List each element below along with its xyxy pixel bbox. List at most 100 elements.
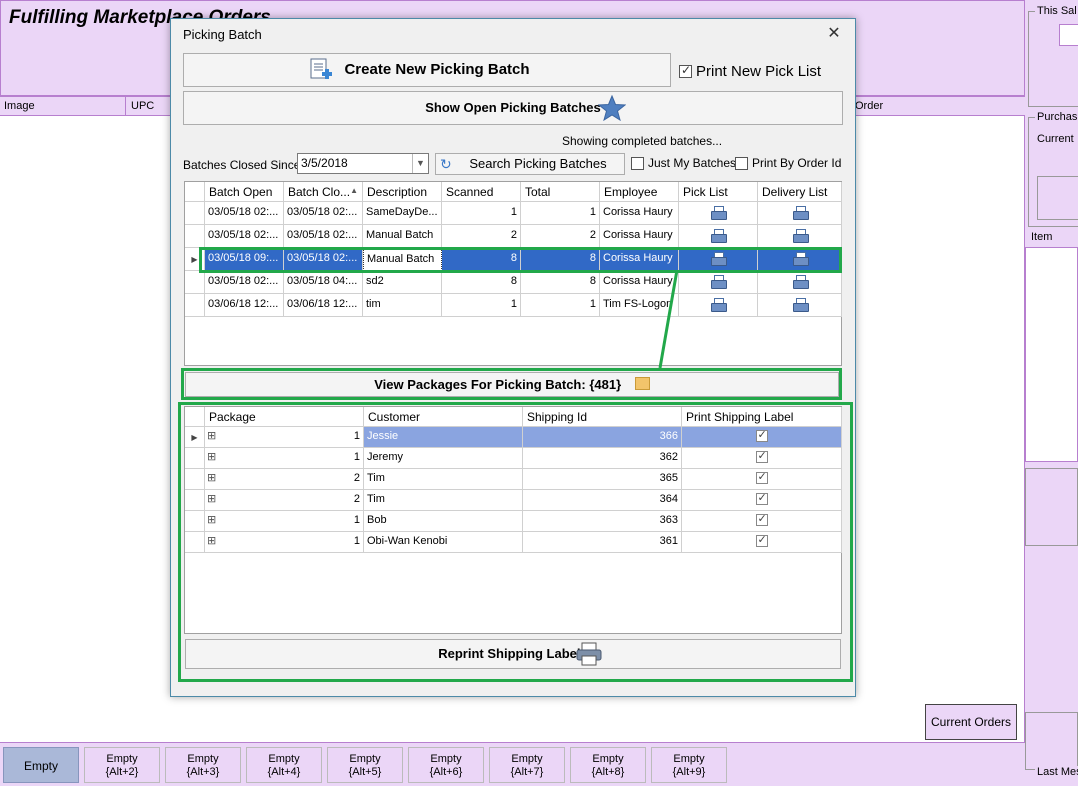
column-order[interactable]: Order bbox=[855, 100, 883, 112]
batch-cell-employee[interactable]: Corissa Haury bbox=[600, 202, 679, 225]
tab-5[interactable]: Empty {Alt+5} bbox=[327, 747, 403, 783]
print-label-checkbox[interactable] bbox=[755, 533, 768, 547]
package-cell-shipping-id[interactable]: 362 bbox=[523, 448, 682, 469]
delivery-list-print-icon[interactable] bbox=[792, 298, 809, 312]
print-label-checkbox[interactable] bbox=[755, 449, 768, 463]
expand-icon[interactable]: ⊞ bbox=[207, 471, 216, 484]
row-header[interactable] bbox=[185, 294, 205, 317]
batch-cell-total[interactable]: 8 bbox=[521, 271, 600, 294]
delivery-list-print-cell[interactable] bbox=[758, 294, 842, 317]
col-description[interactable]: Description bbox=[363, 182, 442, 202]
pick-list-print-icon[interactable] bbox=[711, 298, 727, 312]
row-header[interactable] bbox=[185, 271, 205, 294]
print-label-checkbox[interactable] bbox=[755, 491, 768, 505]
print-new-pick-list-checkbox[interactable] bbox=[679, 63, 692, 78]
pick-list-print-cell[interactable] bbox=[679, 294, 758, 317]
batch-cell-scanned[interactable]: 1 bbox=[442, 202, 521, 225]
view-packages-button[interactable]: View Packages For Picking Batch: {481} bbox=[185, 372, 839, 397]
row-header[interactable] bbox=[185, 532, 205, 553]
print-label-cell[interactable] bbox=[682, 490, 842, 511]
batch-cell-open[interactable]: 03/05/18 02:... bbox=[205, 225, 284, 248]
column-upc[interactable]: UPC bbox=[131, 100, 154, 112]
tab-2[interactable]: Empty {Alt+2} bbox=[84, 747, 160, 783]
print-label-cell[interactable] bbox=[682, 448, 842, 469]
col-print-shipping-label[interactable]: Print Shipping Label bbox=[682, 407, 842, 427]
batch-cell-employee[interactable]: Corissa Haury bbox=[600, 225, 679, 248]
row-header[interactable] bbox=[185, 490, 205, 511]
tab-3[interactable]: Empty {Alt+3} bbox=[165, 747, 241, 783]
search-batches-button[interactable]: ↻ Search Picking Batches bbox=[435, 153, 625, 175]
batch-cell-description[interactable]: tim bbox=[363, 294, 442, 317]
row-header[interactable] bbox=[185, 225, 205, 248]
package-cell-shipping-id[interactable]: 364 bbox=[523, 490, 682, 511]
print-label-cell[interactable] bbox=[682, 427, 842, 448]
row-header[interactable] bbox=[185, 511, 205, 532]
col-scanned[interactable]: Scanned bbox=[442, 182, 521, 202]
expand-icon[interactable]: ⊞ bbox=[207, 429, 216, 442]
reprint-shipping-labels-button[interactable]: Reprint Shipping Labels bbox=[185, 639, 841, 669]
package-cell-shipping-id[interactable]: 366 bbox=[523, 427, 682, 448]
expand-icon[interactable]: ⊞ bbox=[207, 492, 216, 505]
expand-icon[interactable]: ⊞ bbox=[207, 513, 216, 526]
batch-cell-open[interactable]: 03/05/18 02:... bbox=[205, 202, 284, 225]
batch-cell-closed[interactable]: 03/05/18 02:... bbox=[284, 202, 363, 225]
col-customer[interactable]: Customer bbox=[364, 407, 523, 427]
batch-cell-total[interactable]: 1 bbox=[521, 294, 600, 317]
package-cell[interactable]: ⊞ 1 bbox=[205, 511, 364, 532]
just-my-batches-checkbox[interactable] bbox=[631, 157, 644, 170]
delivery-list-print-cell[interactable] bbox=[758, 202, 842, 225]
batch-cell-description[interactable]: SameDayDe... bbox=[363, 202, 442, 225]
delivery-list-print-icon[interactable] bbox=[792, 206, 809, 220]
package-cell-customer[interactable]: Tim bbox=[364, 490, 523, 511]
close-icon[interactable]: ✕ bbox=[823, 23, 845, 45]
batch-cell-scanned[interactable]: 1 bbox=[442, 294, 521, 317]
package-cell-customer[interactable]: Jessie bbox=[364, 427, 523, 448]
package-cell-shipping-id[interactable]: 363 bbox=[523, 511, 682, 532]
delivery-list-print-icon[interactable] bbox=[792, 229, 809, 243]
batch-cell-closed[interactable]: 03/05/18 04:... bbox=[284, 271, 363, 294]
col-batch-closed[interactable]: Batch Clo... ▲ bbox=[284, 182, 363, 202]
batch-cell-scanned[interactable]: 8 bbox=[442, 271, 521, 294]
this-sale-field[interactable] bbox=[1059, 24, 1078, 46]
pick-list-print-icon[interactable] bbox=[711, 206, 727, 220]
package-cell[interactable]: ⊞ 1 bbox=[205, 427, 364, 448]
pick-list-print-cell[interactable] bbox=[679, 271, 758, 294]
row-header[interactable]: ▶ bbox=[185, 427, 205, 448]
package-cell-customer[interactable]: Jeremy bbox=[364, 448, 523, 469]
create-batch-button[interactable]: Create New Picking Batch bbox=[183, 53, 671, 87]
batch-cell-open[interactable]: 03/06/18 12:... bbox=[205, 294, 284, 317]
batch-cell-closed[interactable]: 03/05/18 02:... bbox=[284, 225, 363, 248]
print-label-cell[interactable] bbox=[682, 469, 842, 490]
package-cell[interactable]: ⊞ 1 bbox=[205, 448, 364, 469]
row-header[interactable] bbox=[185, 202, 205, 225]
pick-list-print-icon[interactable] bbox=[711, 229, 727, 243]
row-header[interactable] bbox=[185, 448, 205, 469]
show-open-batches-button[interactable]: Show Open Picking Batches bbox=[183, 91, 843, 125]
print-by-order-id-checkbox[interactable] bbox=[735, 157, 748, 170]
row-header[interactable] bbox=[185, 469, 205, 490]
tab-1[interactable]: Empty bbox=[3, 747, 79, 783]
batch-cell-open[interactable]: 03/05/18 02:... bbox=[205, 271, 284, 294]
delivery-list-print-icon[interactable] bbox=[792, 275, 809, 289]
delivery-list-print-cell[interactable] bbox=[758, 225, 842, 248]
pick-list-print-icon[interactable] bbox=[711, 275, 727, 289]
col-pick-list[interactable]: Pick List bbox=[679, 182, 758, 202]
package-cell[interactable]: ⊞ 2 bbox=[205, 490, 364, 511]
current-orders-button[interactable]: Current Orders bbox=[925, 704, 1017, 740]
col-shipping-id[interactable]: Shipping Id bbox=[523, 407, 682, 427]
delivery-list-print-cell[interactable] bbox=[758, 271, 842, 294]
package-cell-shipping-id[interactable]: 361 bbox=[523, 532, 682, 553]
print-label-checkbox[interactable] bbox=[755, 512, 768, 526]
package-cell-shipping-id[interactable]: 365 bbox=[523, 469, 682, 490]
tab-8[interactable]: Empty {Alt+8} bbox=[570, 747, 646, 783]
batch-cell-closed[interactable]: 03/06/18 12:... bbox=[284, 294, 363, 317]
batch-cell-description[interactable]: Manual Batch bbox=[363, 225, 442, 248]
package-cell-customer[interactable]: Tim bbox=[364, 469, 523, 490]
batch-cell-description[interactable]: sd2 bbox=[363, 271, 442, 294]
tab-7[interactable]: Empty {Alt+7} bbox=[489, 747, 565, 783]
col-total[interactable]: Total bbox=[521, 182, 600, 202]
batch-cell-total[interactable]: 1 bbox=[521, 202, 600, 225]
batch-cell-scanned[interactable]: 2 bbox=[442, 225, 521, 248]
column-image[interactable]: Image bbox=[4, 100, 35, 112]
col-package[interactable]: Package bbox=[205, 407, 364, 427]
